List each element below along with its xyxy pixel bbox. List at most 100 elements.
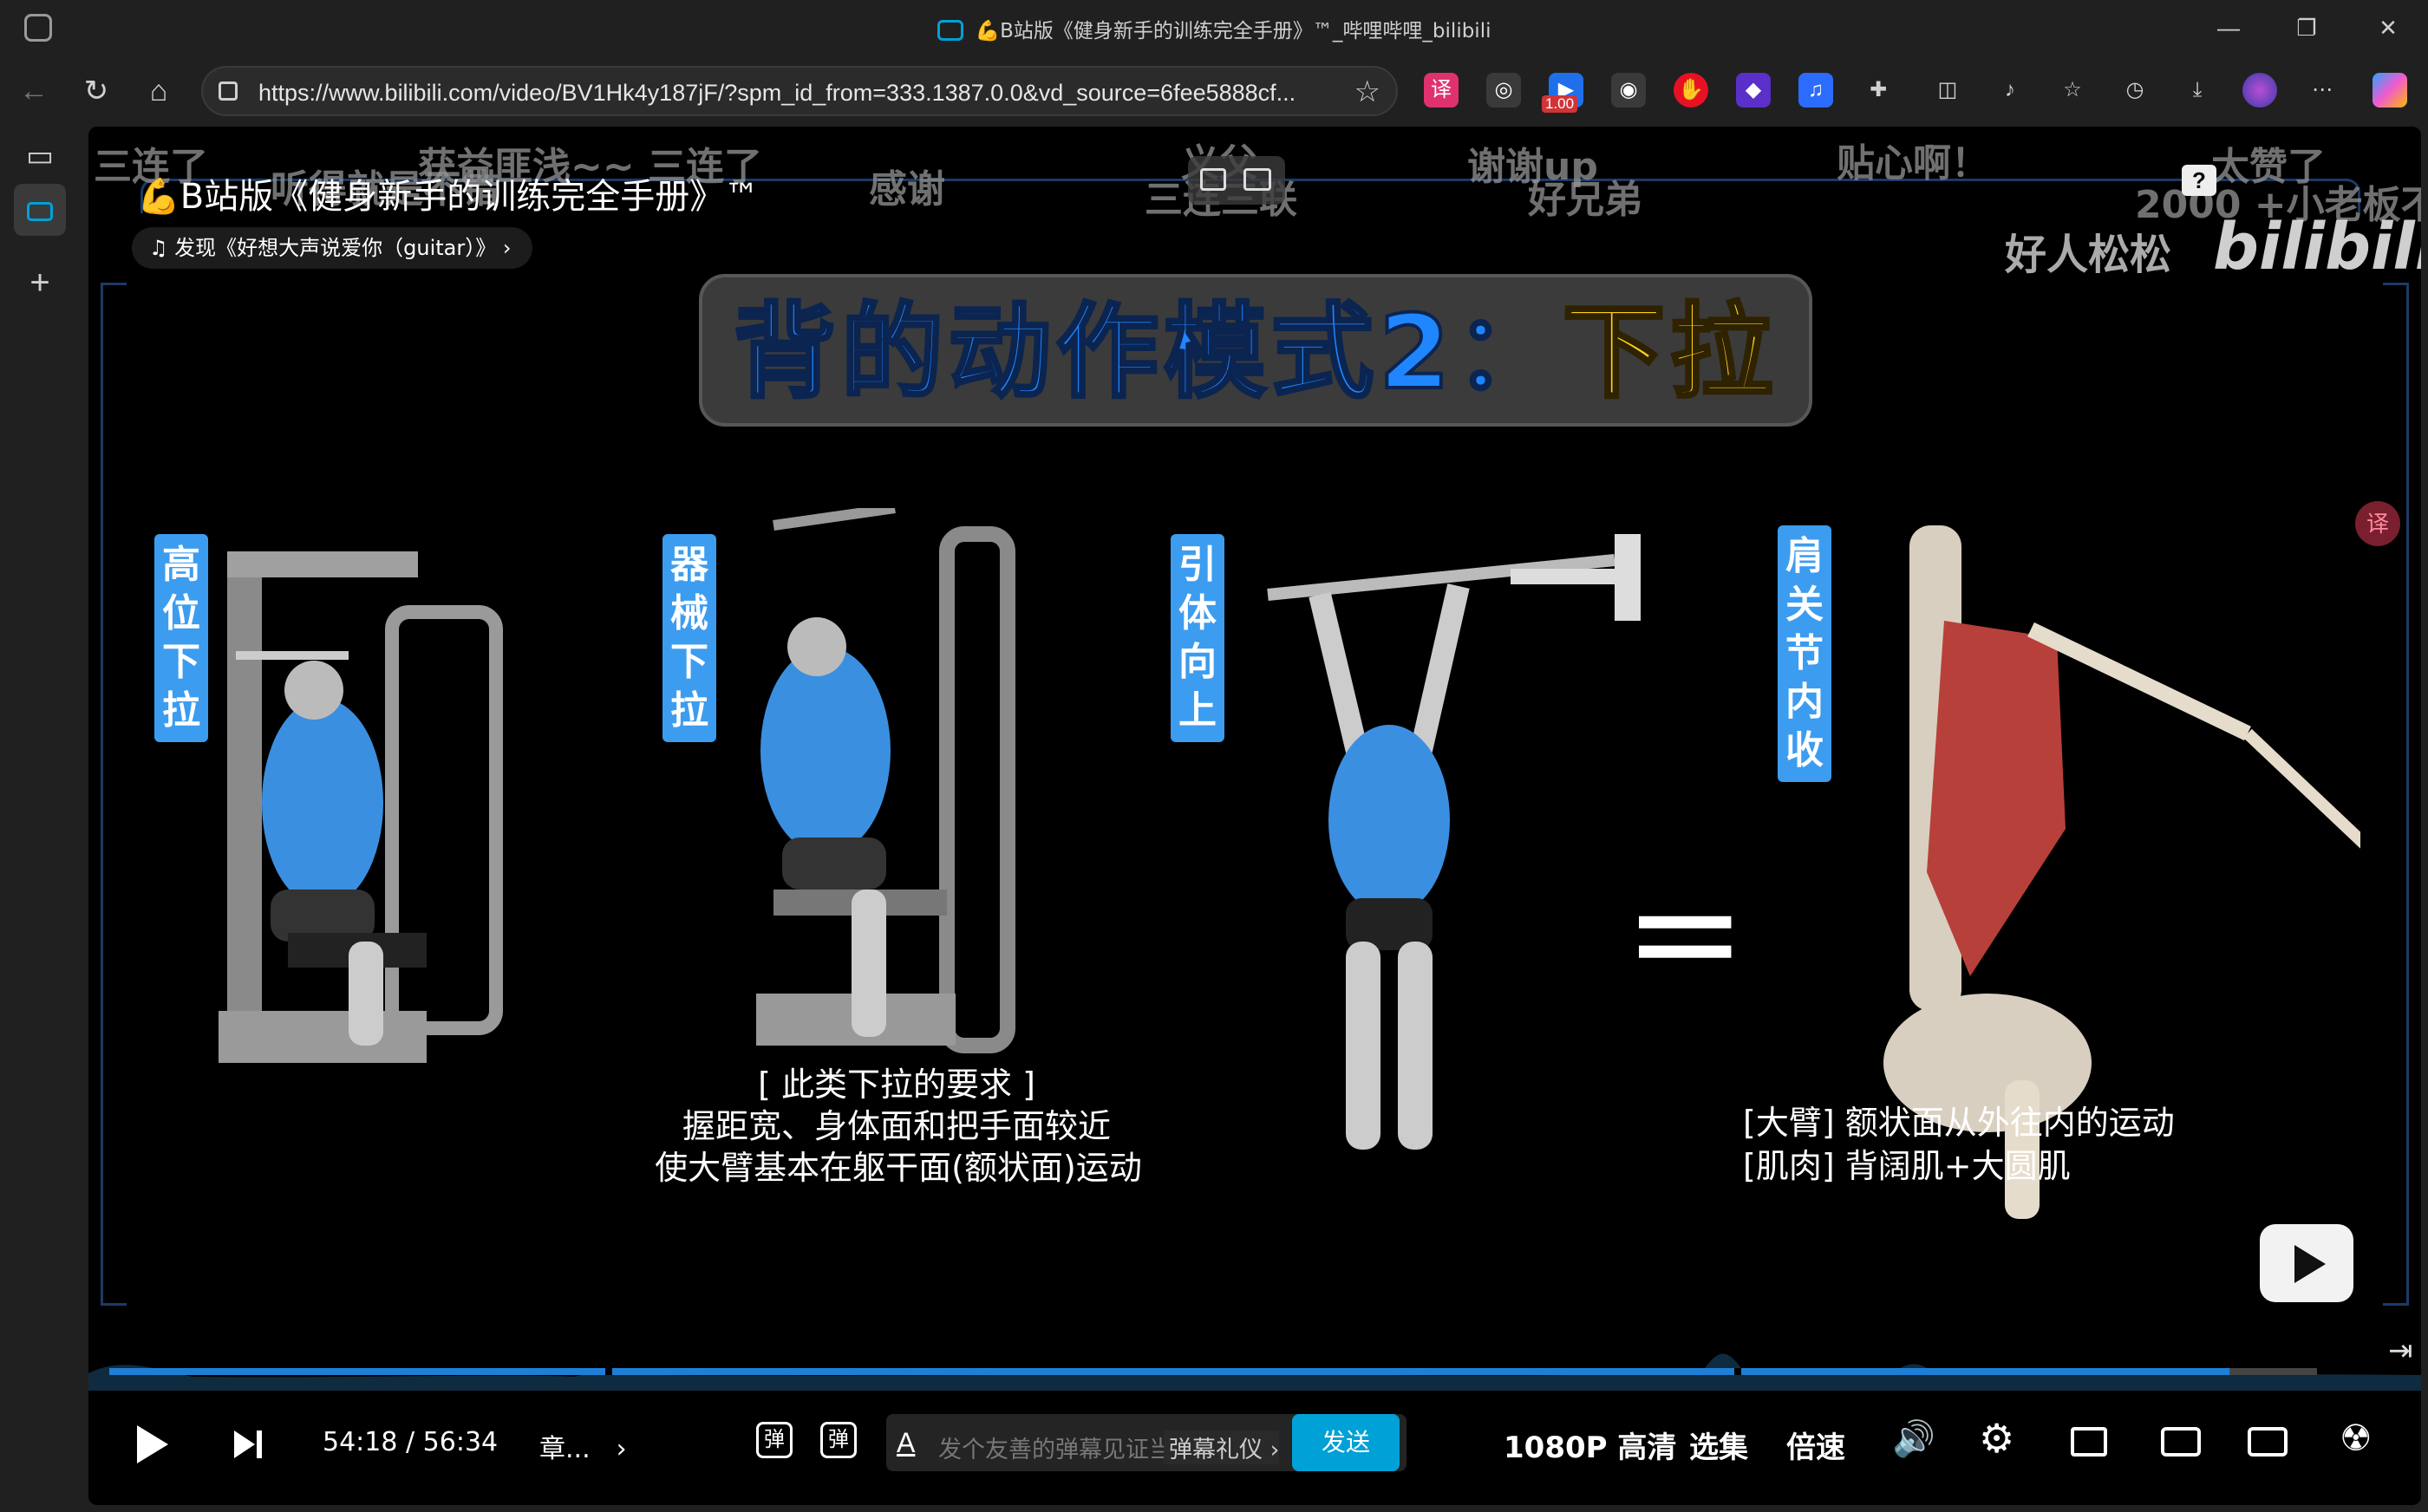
episodes-button[interactable]: 选集 <box>1689 1424 1748 1466</box>
restore-button[interactable]: ❐ <box>2281 9 2333 47</box>
danmaku-comment: 感谢 <box>869 167 945 212</box>
chapter-chevron-icon: › <box>616 1434 627 1464</box>
video-player[interactable]: 三连了听得就是不错获益匪浅~~ 三连了感谢义父三连三联谢谢up好兄弟贴心啊！太赞… <box>88 127 2421 1505</box>
pip-controls <box>1188 156 1285 205</box>
label-pullup-text: 引体向上 <box>1178 543 1217 733</box>
danmaku-style-icon[interactable]: A <box>897 1427 915 1459</box>
bilibili-tab-icon[interactable] <box>14 184 66 236</box>
history-icon[interactable]: ◷ <box>2118 73 2152 108</box>
download-icon[interactable]: ⤓ <box>2180 73 2215 108</box>
next-button[interactable] <box>234 1429 265 1460</box>
machine-pulldown-illustration <box>756 508 1015 1053</box>
profile-icon[interactable] <box>2242 73 2277 108</box>
spy-icon[interactable]: ◉ <box>1611 73 1646 108</box>
home-button[interactable]: ⌂ <box>139 71 179 111</box>
settings-gear-icon[interactable]: ⚙ <box>1979 1415 2014 1462</box>
copilot-icon[interactable] <box>2373 73 2407 108</box>
close-window-button[interactable]: ✕ <box>2362 9 2414 47</box>
play-button[interactable] <box>137 1425 168 1463</box>
next-bar-icon <box>257 1431 262 1458</box>
volume-icon[interactable]: 🔊 <box>1892 1418 1935 1459</box>
chapter-button[interactable]: 章... › <box>539 1427 627 1465</box>
hud-frame-right <box>2383 283 2409 1306</box>
vertical-tab-sidebar: ▭ + <box>0 127 87 1512</box>
danmaku-toggle-text: 弹 <box>764 1428 785 1451</box>
label-machine-pulldown: 器械下拉 <box>662 534 716 742</box>
window-title-text: B站版《健身新手的训练完全手册》™_哔哩哔哩_bilibili <box>1000 20 1491 42</box>
reader-icon[interactable]: ◎ <box>1486 73 1521 108</box>
more-icon[interactable]: ⋯ <box>2305 73 2340 108</box>
layers-icon[interactable]: ◆ <box>1736 73 1771 108</box>
danmaku-density-wave <box>88 1353 2421 1391</box>
chapter-gap <box>605 1368 612 1375</box>
danmaku-comment: 好兄弟 <box>1528 178 1642 222</box>
tv-play-triangle-icon <box>2294 1245 2326 1283</box>
send-danmaku-button[interactable]: 发送 <box>1292 1414 1400 1471</box>
widescreen-icon[interactable] <box>2161 1427 2201 1457</box>
favorites-icon[interactable]: ☆ <box>2055 73 2090 108</box>
label-shoulder-adduction-text: 肩关节内收 <box>1785 534 1824 772</box>
bilibili-logo: bilibili <box>2213 210 2421 284</box>
channel-watermark: 好人松松 <box>2005 231 2172 279</box>
music-note-icon: ♫ <box>149 236 168 260</box>
caption-requirement-line2: 使大臂基本在躯干面(额状面)运动 <box>655 1149 1142 1187</box>
url-text[interactable]: https://www.bilibili.com/video/BV1Hk4y18… <box>258 80 1296 107</box>
bilibili-tab-tv-icon <box>27 202 53 221</box>
translate-badge-icon[interactable]: 译 <box>2355 501 2400 546</box>
picture-in-picture-icon[interactable] <box>2071 1427 2107 1457</box>
music-link[interactable]: ♫ 发现《好想大声说爱你（guitar）》 › <box>132 227 532 269</box>
danmaku-comment: 贴心啊！ <box>1837 141 1989 186</box>
progress-handle-icon[interactable]: ⇥ <box>2388 1333 2413 1368</box>
minimize-button[interactable]: — <box>2203 9 2255 47</box>
tab-actions-icon[interactable]: ▭ <box>14 130 66 182</box>
web-fullscreen-icon[interactable] <box>2248 1427 2288 1457</box>
music-icon[interactable]: ♫ <box>1798 73 1833 108</box>
video-title: 💪B站版《健身新手的训练完全手册》™ <box>137 177 760 217</box>
tab-emoji: 💪 <box>975 20 1001 42</box>
headline-part1: 背的动作模式2： <box>732 290 1563 414</box>
caption-requirement-line1: 握距宽、身体面和把手面较近 <box>682 1107 1111 1145</box>
chapter-label: 章... <box>539 1434 591 1464</box>
next-triangle-icon <box>234 1431 255 1458</box>
equals-sign: = <box>1623 847 1747 1019</box>
speed-button[interactable]: 倍速 <box>1786 1424 1845 1466</box>
progress-bar[interactable] <box>109 1368 2317 1375</box>
mini-player-icon[interactable] <box>1200 168 1226 191</box>
time-display: 54:18 / 56:34 <box>323 1427 498 1457</box>
quality-button[interactable]: 1080P 高清 <box>1504 1424 1676 1466</box>
danmaku-settings-text: 弹 <box>828 1428 849 1451</box>
refresh-button[interactable]: ↻ <box>76 71 116 111</box>
favorite-star-icon[interactable]: ☆ <box>1354 75 1380 109</box>
help-icon[interactable]: ? <box>2182 165 2216 196</box>
danmaku-toggle-icon[interactable]: 弹 <box>756 1422 793 1458</box>
address-bar[interactable]: https://www.bilibili.com/video/BV1Hk4y18… <box>201 66 1398 116</box>
label-pullup: 引体向上 <box>1171 534 1224 742</box>
browser-toolbar: ← ↻ ⌂ https://www.bilibili.com/video/BV1… <box>0 55 2428 127</box>
chapter-gap <box>1734 1368 1741 1375</box>
stop-icon[interactable]: ✋ <box>1674 73 1708 108</box>
ai-screenshot-icon[interactable] <box>1243 168 1271 191</box>
split-icon[interactable]: ◫ <box>1930 73 1965 108</box>
audio-icon[interactable]: ♪ <box>1993 73 2027 108</box>
window-title-bar: 💪B站版《健身新手的训练完全手册》™_哔哩哔哩_bilibili — ❐ ✕ <box>0 0 2428 55</box>
puzzle-icon[interactable]: ✚ <box>1861 73 1896 108</box>
label-lat-pulldown-text: 高位下拉 <box>162 543 200 733</box>
label-shoulder-adduction: 肩关节内收 <box>1778 525 1831 782</box>
site-info-icon[interactable] <box>219 81 238 101</box>
caption-muscles: [肌肉] 背阔肌+大圆肌 <box>1743 1147 2071 1185</box>
back-button[interactable]: ← <box>14 71 54 111</box>
danmaku-settings-icon[interactable]: 弹 <box>820 1422 857 1458</box>
lat-pulldown-illustration <box>219 551 503 1063</box>
danmaku-etiquette-link[interactable]: 弹幕礼仪 › <box>1164 1431 1280 1464</box>
current-time: 54:18 <box>323 1427 398 1457</box>
label-machine-pulldown-text: 器械下拉 <box>670 543 708 733</box>
new-tab-icon[interactable]: + <box>14 257 66 309</box>
time-separator: / <box>406 1427 415 1457</box>
speed-badge-icon[interactable]: ▶ 1.00 <box>1542 73 1583 113</box>
slide-headline: 背的动作模式2：下拉 <box>699 274 1812 427</box>
progress-fill <box>109 1368 2230 1375</box>
headline-part2: 下拉 <box>1561 290 1779 414</box>
music-text: 发现《好想大声说爱你（guitar）》 <box>174 236 497 260</box>
fullscreen-icon[interactable]: ☢ <box>2340 1417 2373 1459</box>
translate-icon[interactable]: 译 <box>1424 73 1459 108</box>
